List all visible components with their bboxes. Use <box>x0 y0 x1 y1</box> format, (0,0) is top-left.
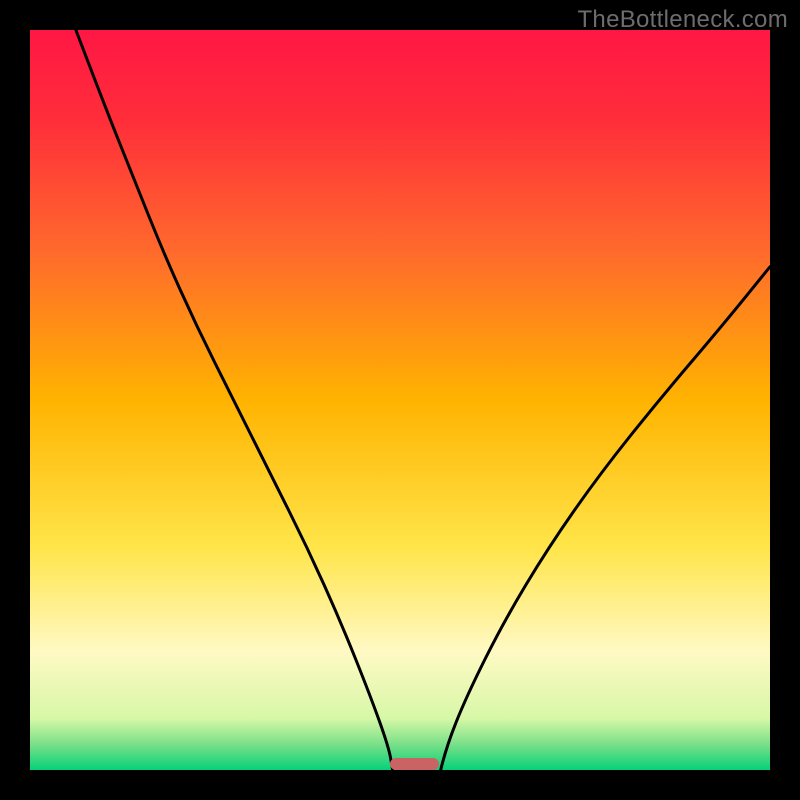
bottleneck-marker <box>390 758 439 770</box>
plot-area <box>30 30 770 770</box>
chart-svg <box>30 30 770 770</box>
chart-frame: TheBottleneck.com <box>0 0 800 800</box>
watermark-text: TheBottleneck.com <box>577 6 788 34</box>
